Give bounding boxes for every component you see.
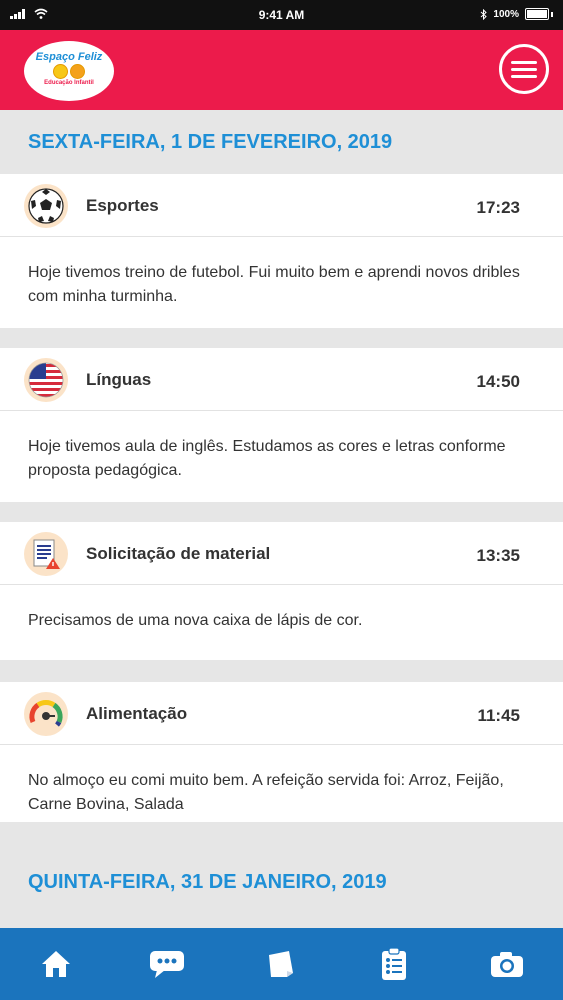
logo-subtitle: Educação Infantil: [44, 79, 94, 86]
soccer-ball-icon: [24, 184, 68, 228]
activity-card[interactable]: Alimentação 11:45 No almoço eu comi muit…: [0, 682, 563, 822]
activity-card[interactable]: Línguas 14:50 Hoje tivemos aula de inglê…: [0, 348, 563, 502]
nav-checklist[interactable]: [364, 934, 424, 994]
activity-card[interactable]: Esportes 17:23 Hoje tivemos treino de fu…: [0, 174, 563, 328]
card-header: Esportes 17:23: [0, 174, 563, 237]
card-time: 17:23: [476, 198, 520, 217]
material-request-icon: [24, 532, 68, 576]
card-title: Línguas: [86, 370, 152, 389]
bluetooth-icon: [481, 8, 488, 20]
bottom-navigation: [0, 928, 563, 1000]
checklist-icon: [382, 947, 407, 980]
card-time: 11:45: [477, 706, 520, 725]
logo-faces-icon: [53, 63, 85, 79]
status-bar: 9:41 AM 100%: [0, 0, 563, 30]
nav-camera[interactable]: [477, 934, 537, 994]
home-icon: [42, 951, 71, 977]
card-text: Hoje tivemos aula de inglês. Estudamos a…: [28, 438, 506, 479]
app-header: Espaço Feliz Educação Infantil: [0, 30, 563, 110]
chat-icon: [149, 951, 184, 978]
card-header: Línguas 14:50: [0, 348, 563, 411]
app-logo[interactable]: Espaço Feliz Educação Infantil: [24, 41, 114, 101]
nav-notes[interactable]: [251, 934, 311, 994]
hamburger-icon: [511, 60, 537, 64]
battery-percent: 100%: [493, 8, 519, 20]
date-header: SEXTA-FEIRA, 1 DE FEVEREIRO, 2019: [0, 110, 563, 174]
card-title: Solicitação de material: [86, 544, 271, 563]
menu-button[interactable]: [499, 44, 549, 94]
nav-home[interactable]: [26, 934, 86, 994]
meal-gauge-icon: [24, 692, 68, 736]
card-header: Solicitação de material 13:35: [0, 522, 563, 585]
card-text: Hoje tivemos treino de futebol. Fui muit…: [28, 264, 520, 305]
battery-icon: [525, 8, 549, 20]
card-title: Alimentação: [86, 704, 188, 723]
status-time: 9:41 AM: [258, 8, 305, 22]
nav-messages[interactable]: [139, 934, 199, 994]
card-time: 14:50: [476, 372, 520, 391]
date-header: QUINTA-FEIRA, 31 DE JANEIRO, 2019: [0, 850, 563, 914]
card-header: Alimentação 11:45: [0, 682, 563, 745]
card-text: No almoço eu comi muito bem. A refeição …: [28, 772, 504, 813]
battery-tip: [551, 11, 553, 17]
us-flag-icon: [24, 358, 68, 402]
logo-brand: Espaço Feliz: [35, 50, 103, 63]
notes-icon: [269, 951, 294, 977]
card-text: Precisamos de uma nova caixa de lápis de…: [28, 612, 363, 629]
status-right-group: 100%: [480, 8, 553, 20]
card-title: Esportes: [86, 196, 159, 215]
activity-card[interactable]: Solicitação de material 13:35 Precisamos…: [0, 522, 563, 660]
card-time: 13:35: [476, 546, 520, 565]
camera-icon: [490, 952, 523, 977]
